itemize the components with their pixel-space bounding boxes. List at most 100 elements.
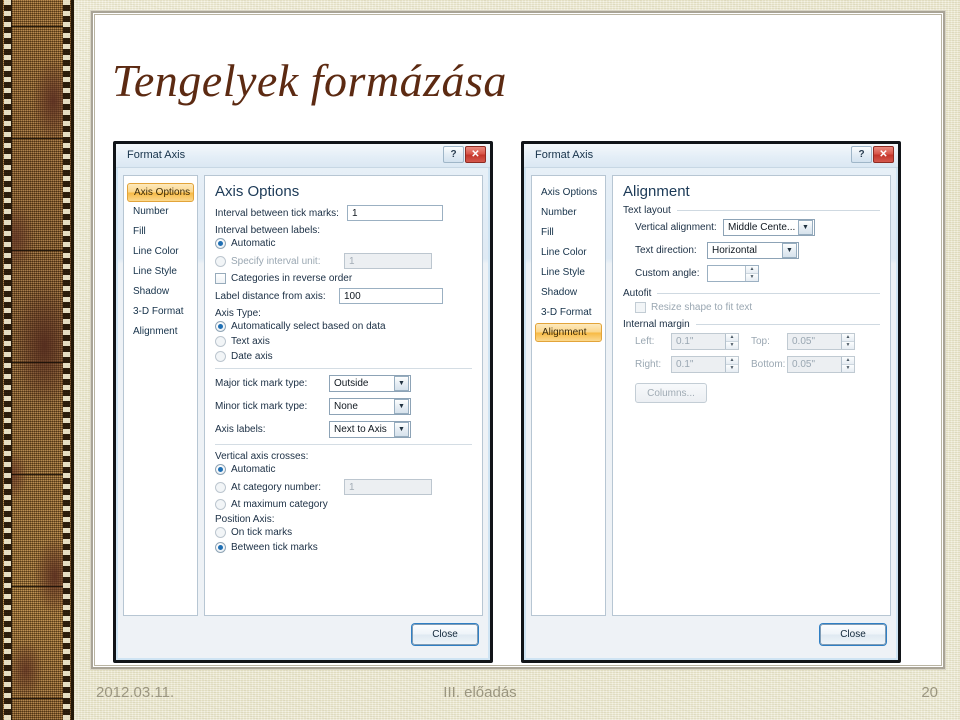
category-list-right[interactable]: Axis Options Number Fill Line Color Line… (531, 175, 606, 616)
interval-tick-marks-input[interactable]: 1 (347, 205, 443, 221)
sidebar-item-3d-format[interactable]: 3-D Format (127, 302, 194, 322)
radio-axis-type-date-icon[interactable] (215, 351, 226, 362)
sidebar-item-fill[interactable]: Fill (535, 223, 602, 243)
sidebar-item-line-style[interactable]: Line Style (127, 262, 194, 282)
help-icon[interactable]: ? (443, 146, 464, 163)
radio-position-between-tick-icon[interactable] (215, 542, 226, 553)
sidebar-item-shadow[interactable]: Shadow (535, 283, 602, 303)
margin-top-stepper[interactable]: 0.05" ▲ ▼ (787, 333, 855, 350)
titlebar-left[interactable]: Format Axis ? ✕ (116, 144, 490, 168)
radio-position-on-tick-icon[interactable] (215, 527, 226, 538)
row-minor-tick: Minor tick mark type: None ▼ (215, 398, 472, 415)
sidebar-item-shadow[interactable]: Shadow (127, 282, 194, 302)
interval-specify-input[interactable]: 1 (344, 253, 432, 269)
checkbox-resize-shape-icon[interactable] (635, 302, 646, 313)
close-icon[interactable]: ✕ (873, 146, 894, 163)
chevron-down-icon[interactable]: ▼ (394, 399, 409, 414)
custom-angle-stepper[interactable]: ▲ ▼ (707, 265, 759, 282)
radio-vcross-auto-icon[interactable] (215, 464, 226, 475)
radio-vcross-max-icon[interactable] (215, 499, 226, 510)
vcross-category-input[interactable]: 1 (344, 479, 432, 495)
sidebar-item-number[interactable]: Number (127, 202, 194, 222)
row-vcross-category[interactable]: At category number: 1 (215, 479, 472, 495)
help-icon[interactable]: ? (851, 146, 872, 163)
category-list-left[interactable]: Axis Options Number Fill Line Color Line… (123, 175, 198, 616)
titlebar-right[interactable]: Format Axis ? ✕ (524, 144, 898, 168)
label-distance-input[interactable]: 100 (339, 288, 443, 304)
chevron-down-icon[interactable]: ▼ (798, 220, 813, 235)
stepper-buttons[interactable]: ▲ ▼ (841, 334, 854, 349)
row-position-between-tick[interactable]: Between tick marks (215, 542, 472, 553)
chevron-down-icon[interactable]: ▼ (394, 376, 409, 391)
radio-interval-automatic-icon[interactable] (215, 238, 226, 249)
stepper-buttons[interactable]: ▲ ▼ (725, 357, 738, 372)
stepper-down-icon[interactable]: ▼ (726, 341, 738, 349)
stepper-buttons[interactable]: ▲ ▼ (745, 266, 758, 281)
format-axis-dialog-left[interactable]: Format Axis ? ✕ Axis Options Number Fill… (113, 141, 493, 663)
row-vcross-auto[interactable]: Automatic (215, 464, 472, 475)
margin-bottom-value[interactable]: 0.05" (788, 357, 841, 372)
stepper-down-icon[interactable]: ▼ (726, 364, 738, 372)
sidebar-item-axis-options[interactable]: Axis Options (535, 183, 602, 203)
stepper-down-icon[interactable]: ▼ (746, 273, 758, 281)
margin-right-value[interactable]: 0.1" (672, 357, 725, 372)
stepper-up-icon[interactable]: ▲ (726, 334, 738, 341)
slide: Tengelyek formázása Format Axis ? ✕ Axis… (0, 0, 960, 720)
checkbox-categories-reverse-icon[interactable] (215, 273, 226, 284)
sidebar-item-alignment[interactable]: Alignment (127, 322, 194, 342)
window-buttons-right[interactable]: ? ✕ (851, 146, 894, 163)
stepper-up-icon[interactable]: ▲ (842, 334, 854, 341)
stepper-up-icon[interactable]: ▲ (842, 357, 854, 364)
columns-button[interactable]: Columns... (635, 383, 707, 403)
radio-vcross-category-icon[interactable] (215, 481, 226, 493)
row-interval-automatic[interactable]: Automatic (215, 238, 472, 249)
sidebar-item-alignment[interactable]: Alignment (535, 323, 602, 342)
sidebar-item-line-color[interactable]: Line Color (535, 243, 602, 263)
sidebar-item-axis-options[interactable]: Axis Options (127, 183, 194, 202)
row-resize-shape[interactable]: Resize shape to fit text (635, 302, 880, 313)
margin-bottom-stepper[interactable]: 0.05" ▲ ▼ (787, 356, 855, 373)
chevron-down-icon[interactable]: ▼ (782, 243, 797, 258)
close-button-right[interactable]: Close (820, 623, 886, 645)
stepper-down-icon[interactable]: ▼ (842, 341, 854, 349)
margin-right-stepper[interactable]: 0.1" ▲ ▼ (671, 356, 739, 373)
minor-tick-select[interactable]: None ▼ (329, 398, 411, 415)
row-axis-type-date[interactable]: Date axis (215, 351, 472, 362)
custom-angle-value[interactable] (708, 266, 745, 281)
stepper-down-icon[interactable]: ▼ (842, 364, 854, 372)
format-axis-dialog-right[interactable]: Format Axis ? ✕ Axis Options Number Fill… (521, 141, 901, 663)
radio-interval-specify-icon[interactable] (215, 255, 226, 267)
row-categories-reverse[interactable]: Categories in reverse order (215, 273, 472, 284)
label-text-layout: Text layout (623, 205, 671, 216)
chevron-down-icon[interactable]: ▼ (394, 422, 409, 437)
margin-left-stepper[interactable]: 0.1" ▲ ▼ (671, 333, 739, 350)
label-interval-automatic: Automatic (231, 238, 276, 249)
close-button-left[interactable]: Close (412, 623, 478, 645)
radio-axis-type-auto-icon[interactable] (215, 321, 226, 332)
sidebar-item-fill[interactable]: Fill (127, 222, 194, 242)
text-direction-select[interactable]: Horizontal ▼ (707, 242, 799, 259)
close-icon[interactable]: ✕ (465, 146, 486, 163)
axis-labels-select[interactable]: Next to Axis ▼ (329, 421, 411, 438)
row-position-on-tick[interactable]: On tick marks (215, 527, 472, 538)
sidebar-item-line-style[interactable]: Line Style (535, 263, 602, 283)
stepper-buttons[interactable]: ▲ ▼ (841, 357, 854, 372)
sidebar-item-number[interactable]: Number (535, 203, 602, 223)
row-interval-specify[interactable]: Specify interval unit: 1 (215, 253, 472, 269)
radio-axis-type-text-icon[interactable] (215, 336, 226, 347)
row-axis-type-text[interactable]: Text axis (215, 336, 472, 347)
row-axis-type-auto[interactable]: Automatically select based on data (215, 321, 472, 332)
major-tick-select[interactable]: Outside ▼ (329, 375, 411, 392)
vertical-alignment-select[interactable]: Middle Cente... ▼ (723, 219, 815, 236)
stepper-up-icon[interactable]: ▲ (726, 357, 738, 364)
stepper-up-icon[interactable]: ▲ (746, 266, 758, 273)
margin-top-value[interactable]: 0.05" (788, 334, 841, 349)
sidebar-item-line-color[interactable]: Line Color (127, 242, 194, 262)
window-buttons-left[interactable]: ? ✕ (443, 146, 486, 163)
row-vcross-max[interactable]: At maximum category (215, 499, 472, 510)
pane-title-right: Alignment (623, 183, 690, 200)
margin-left-value[interactable]: 0.1" (672, 334, 725, 349)
stepper-buttons[interactable]: ▲ ▼ (725, 334, 738, 349)
label-axis-type-text: Text axis (231, 336, 270, 347)
sidebar-item-3d-format[interactable]: 3-D Format (535, 303, 602, 323)
